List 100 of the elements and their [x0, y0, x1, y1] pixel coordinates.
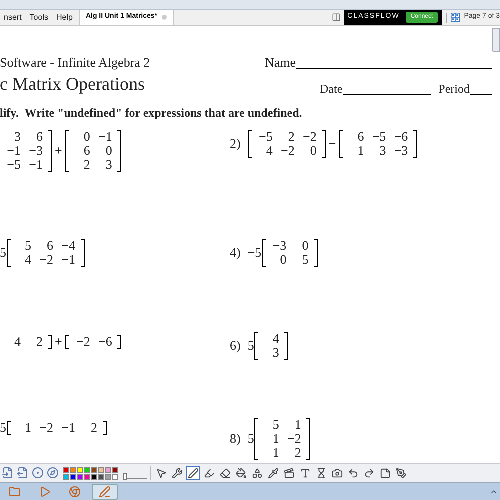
problem-number: 8) [230, 430, 241, 448]
color-swatch[interactable] [84, 474, 90, 480]
bracket-icon [48, 334, 52, 349]
matrix-entry: 1 [272, 446, 280, 460]
bracket-icon [248, 130, 252, 158]
matrix-entry: 4 [265, 144, 274, 158]
tool-button[interactable] [378, 466, 392, 480]
matrix-entry: −6 [98, 334, 114, 349]
color-swatch[interactable] [91, 474, 97, 480]
bracket-icon [65, 334, 70, 349]
instructions: lify. Write "undefined" for expressions that are undefined. [0, 105, 304, 122]
date-label: Date [320, 81, 343, 98]
matrix-entry: 1 [24, 420, 32, 435]
matrix-entry: −5 [371, 130, 388, 144]
next-page-icon[interactable] [16, 466, 29, 480]
bracket-icon [284, 332, 288, 360]
matrix-entry: 4 [24, 253, 32, 267]
scalar: 5 [0, 244, 6, 262]
panel-icon[interactable] [332, 13, 341, 22]
matrix-entry: 6 [46, 239, 54, 253]
compass-icon[interactable] [46, 466, 59, 480]
matrix-entry: −1 [6, 144, 22, 158]
color-swatch[interactable] [105, 474, 111, 480]
matrix-entry: 1 [294, 418, 302, 432]
pages-icon[interactable] [451, 13, 460, 22]
scalar: 5 [248, 337, 254, 356]
matrix-entry: 5 [301, 253, 310, 267]
tool-button[interactable] [394, 466, 408, 480]
matrix-entry: 4 [272, 332, 280, 346]
operator-sign: − [328, 135, 336, 154]
tool-button[interactable] [250, 466, 264, 480]
matrix-entry: 6 [36, 130, 44, 144]
tool-button[interactable] [266, 466, 280, 480]
color-swatch[interactable] [105, 466, 111, 472]
color-swatch[interactable] [84, 466, 90, 472]
color-swatch[interactable] [70, 466, 76, 472]
slider-thumb[interactable] [123, 473, 127, 480]
matrix-entry: 0 [104, 144, 114, 158]
problem-number: 4) [230, 244, 241, 262]
matrix-entry: 5 [24, 239, 32, 253]
color-swatch[interactable] [77, 474, 83, 480]
color-swatch[interactable] [77, 466, 83, 472]
color-swatch[interactable] [91, 466, 97, 472]
scalar: 5 [248, 430, 254, 448]
period-label: Period [438, 81, 470, 98]
menu-item[interactable]: nsert [0, 12, 26, 24]
color-swatch[interactable] [112, 466, 118, 472]
tool-button[interactable] [170, 466, 184, 480]
record-icon[interactable] [31, 466, 44, 480]
color-swatch[interactable] [98, 466, 104, 472]
color-swatch[interactable] [70, 474, 76, 480]
bracket-icon [254, 332, 258, 360]
round-logo-icon [69, 486, 81, 498]
matrix-entry: 2 [294, 446, 302, 460]
menu-item[interactable]: Help [52, 12, 77, 24]
matrix-entry: −2 [76, 334, 92, 349]
matrix-entry: −3 [393, 144, 410, 158]
menu-item[interactable]: Tools [26, 12, 52, 24]
matrix-entry: 3 [14, 130, 22, 144]
folder-icon [9, 486, 21, 498]
matrix-entry: 4 [14, 334, 22, 349]
matrix-entry: 6 [82, 144, 92, 158]
color-swatch[interactable] [112, 474, 118, 480]
matrix-entry: −6 [393, 130, 410, 144]
previous-page-icon[interactable] [1, 466, 14, 480]
matrix-entry: 6 [356, 130, 366, 144]
problem-number: 2) [230, 135, 241, 154]
tool-button[interactable] [234, 466, 248, 480]
tool-button[interactable] [186, 466, 200, 480]
matrix-entry: 3 [104, 158, 114, 172]
color-swatch[interactable] [63, 474, 69, 480]
bracket-icon [314, 239, 318, 267]
matrix-entry: −2 [280, 144, 296, 158]
color-swatch[interactable] [63, 466, 69, 472]
matrix-entry: 2 [287, 130, 296, 144]
bracket-icon [322, 130, 326, 158]
matrix-entry: −1 [60, 420, 76, 435]
tool-button[interactable] [218, 466, 232, 480]
bracket-icon [6, 420, 10, 435]
color-swatch[interactable] [98, 474, 104, 480]
pen-icon [99, 486, 111, 498]
matrix-entry: 0 [279, 253, 288, 267]
bracket-icon [254, 418, 258, 460]
name-label: Name [265, 54, 296, 72]
bracket-icon [6, 239, 10, 267]
matrix-entry: 3 [378, 144, 388, 158]
matrix-entry: −1 [98, 130, 114, 144]
matrix-entry: −5 [258, 130, 274, 144]
fill-in-line [470, 94, 492, 95]
scalar: 5 [0, 419, 6, 437]
matrix-entry: 2 [36, 334, 44, 349]
matrix-entry: −4 [60, 239, 76, 253]
matrix-entry: 2 [90, 420, 98, 435]
operator-sign: + [55, 333, 62, 351]
bracket-icon [80, 239, 84, 267]
matrix-entry: −3 [272, 239, 288, 253]
tool-button[interactable] [282, 466, 296, 480]
bracket-icon [339, 130, 344, 158]
matrix-entry: −5 [6, 158, 22, 172]
matrix-entry: 2 [82, 158, 92, 172]
